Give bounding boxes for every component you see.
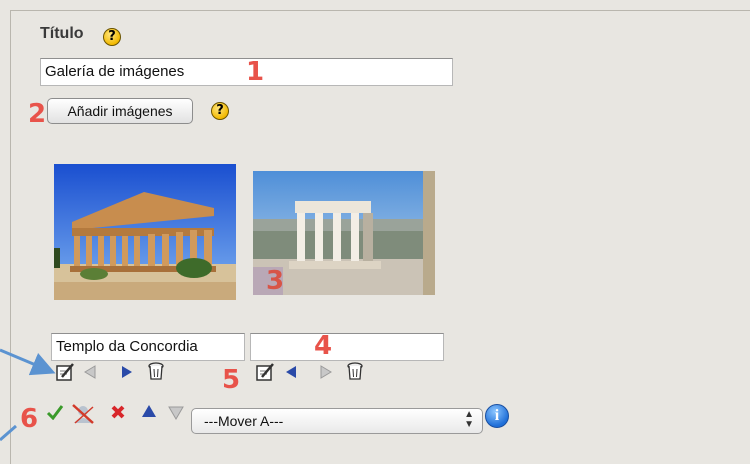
annotation-6: 6 [20, 404, 39, 434]
arrow-to-edit-icon [0, 348, 56, 376]
move-left-icon[interactable] [284, 364, 298, 380]
annotation-3: 3 [266, 266, 285, 296]
move-right-icon[interactable] [120, 364, 134, 380]
move-down-icon[interactable] [168, 406, 184, 420]
gallery-image-1[interactable] [54, 164, 236, 300]
edit-icon[interactable] [255, 362, 275, 382]
annotation-1: 1 [246, 57, 265, 87]
caption-input-1[interactable]: Templo da Concordia [51, 333, 245, 361]
help-icon[interactable]: ? [211, 102, 229, 120]
delete-x-icon[interactable] [110, 404, 126, 420]
chevron-updown-icon: ▲ ▼ [464, 409, 474, 430]
help-icon[interactable]: ? [103, 28, 121, 46]
move-to-select[interactable]: ---Mover A--- ▲ ▼ [191, 408, 483, 434]
arrow-to-bulk-icons [0, 424, 17, 442]
annotation-5: 5 [222, 365, 241, 395]
add-images-button[interactable]: Añadir imágenes [47, 98, 193, 124]
info-icon[interactable]: i [485, 404, 509, 428]
annotation-4: 4 [314, 331, 333, 361]
move-to-select-value: ---Mover A--- [204, 413, 284, 429]
delete-icon[interactable] [346, 361, 364, 381]
delete-icon[interactable] [147, 361, 165, 381]
move-up-icon[interactable] [141, 404, 157, 418]
move-right-icon[interactable] [319, 364, 333, 380]
title-label: Título [40, 25, 84, 42]
check-icon[interactable] [46, 404, 64, 420]
move-left-icon[interactable] [83, 364, 97, 380]
edit-icon[interactable] [55, 362, 75, 382]
unpublish-icon[interactable] [71, 403, 95, 425]
temple-concordia-photo [54, 164, 236, 300]
annotation-2: 2 [28, 99, 47, 129]
caption-input-2[interactable] [250, 333, 444, 361]
